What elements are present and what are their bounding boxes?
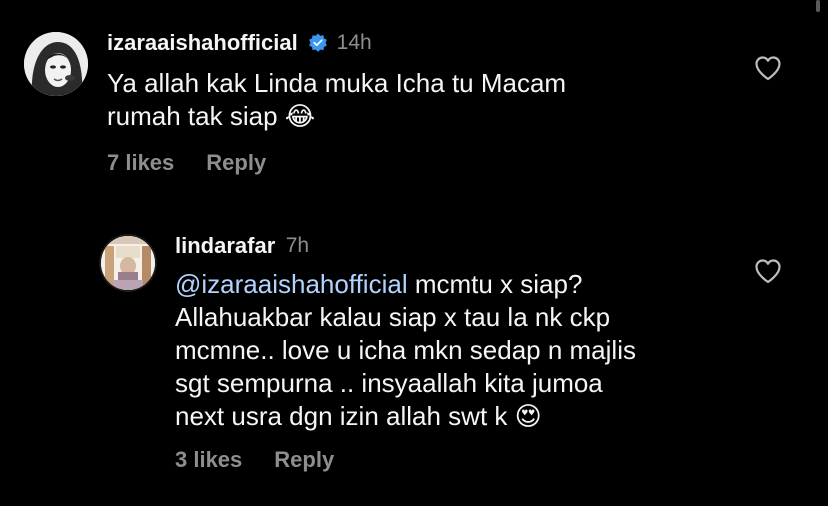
- timestamp: 14h: [336, 31, 372, 54]
- mention-link[interactable]: @izaraaishahofficial: [175, 269, 408, 299]
- comment-text-line: rumah tak siap 😂: [107, 100, 707, 134]
- avatar-image: [101, 236, 155, 290]
- reply-comment: lindarafar 7h @izaraaishahofficial mcmtu…: [0, 222, 828, 506]
- comment-text-line: sgt sempurna .. insyaallah kita jumoa: [175, 368, 603, 398]
- heart-eyes-emoji-icon: 😍: [514, 402, 542, 432]
- heart-icon[interactable]: [754, 55, 782, 81]
- tears-of-joy-emoji-icon: 😂: [284, 102, 316, 132]
- comment-text-line: mcmne.. love u icha mkn sedap n majlis: [175, 335, 636, 365]
- avatar[interactable]: [24, 32, 88, 96]
- comment-header: lindarafar 7h: [175, 233, 309, 259]
- comment-text: @izaraaishahofficial mcmtu x siap? Allah…: [175, 268, 735, 434]
- avatar-image: [24, 32, 88, 96]
- comment-actions: 3 likes Reply: [175, 447, 334, 473]
- comment-text-line: next usra dgn izin allah swt k 😍: [175, 400, 735, 434]
- likes-count[interactable]: 3 likes: [175, 447, 242, 472]
- username[interactable]: izaraaishahofficial: [107, 30, 298, 55]
- username[interactable]: lindarafar: [175, 233, 275, 258]
- comment-text-line: Ya allah kak Linda muka Icha tu Macam: [107, 68, 567, 98]
- comment-text-line: @izaraaishahofficial mcmtu x siap?: [175, 268, 735, 301]
- verified-badge-icon: [309, 33, 328, 52]
- comment-header: izaraaishahofficial 14h: [107, 30, 372, 56]
- comment: izaraaishahofficial 14h Ya allah kak Lin…: [0, 0, 828, 200]
- reply-button[interactable]: Reply: [206, 150, 266, 175]
- comment-text: Ya allah kak Linda muka Icha tu Macam ru…: [107, 67, 707, 134]
- comment-text-line-content: rumah tak siap: [107, 101, 278, 131]
- avatar[interactable]: [101, 236, 155, 290]
- comment-text-line-content: mcmtu x siap?: [407, 269, 583, 299]
- comment-text-line-content: next usra dgn izin allah swt k: [175, 401, 508, 431]
- heart-icon[interactable]: [754, 258, 782, 284]
- likes-count[interactable]: 7 likes: [107, 150, 174, 175]
- reply-button[interactable]: Reply: [274, 447, 334, 472]
- comments-page: izaraaishahofficial 14h Ya allah kak Lin…: [0, 0, 828, 506]
- comment-actions: 7 likes Reply: [107, 150, 266, 176]
- comment-text-line: Allahuakbar kalau siap x tau la nk ckp: [175, 302, 611, 332]
- timestamp: 7h: [285, 234, 310, 257]
